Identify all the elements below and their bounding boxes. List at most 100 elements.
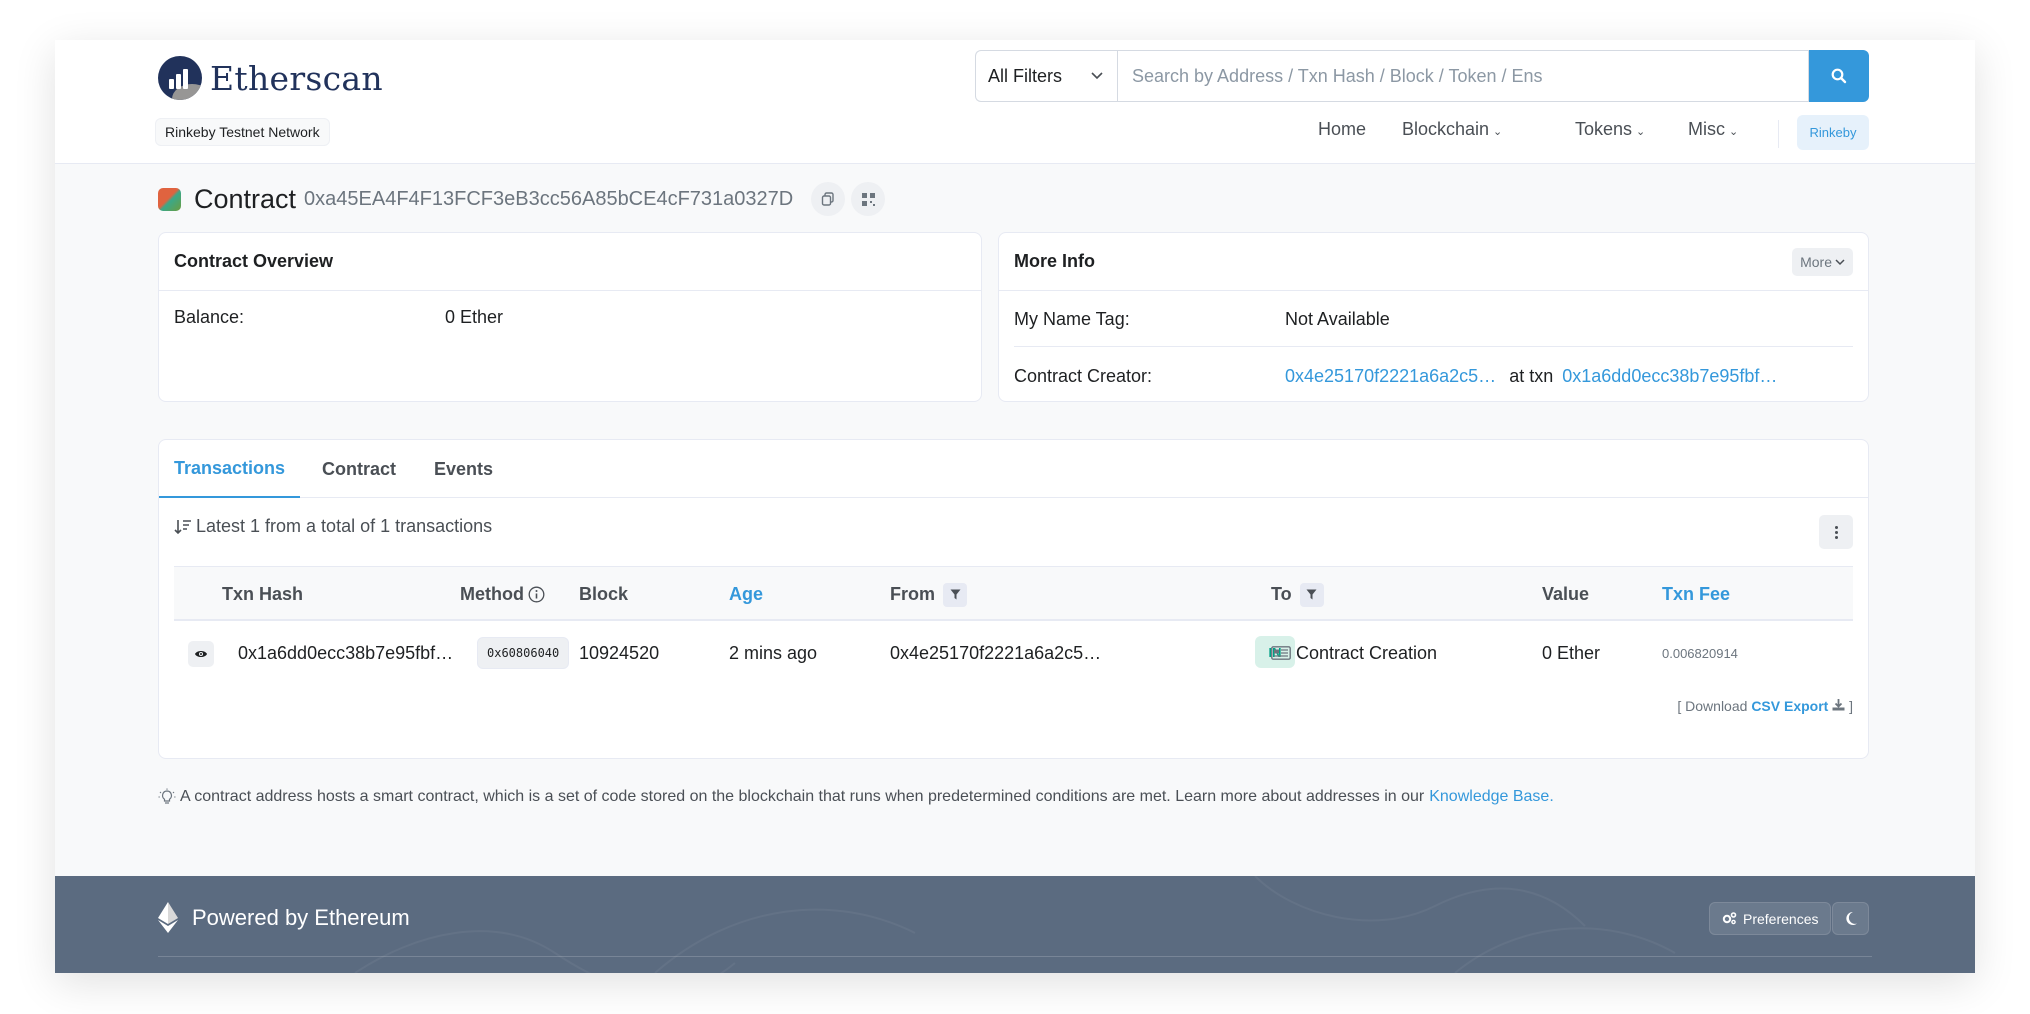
- nav-tokens[interactable]: Tokens ⌄: [1575, 119, 1645, 140]
- note-text: A contract address hosts a smart contrac…: [180, 788, 1425, 805]
- table-options-button[interactable]: [1819, 515, 1853, 549]
- tab-contract[interactable]: Contract: [322, 440, 396, 498]
- transactions-summary: Latest 1 from a total of 1 transactions: [174, 516, 492, 537]
- download-icon: [1832, 699, 1845, 711]
- value-cell: 0 Ether: [1542, 642, 1601, 663]
- view-txn-button[interactable]: [188, 641, 214, 667]
- footer-divider: [158, 956, 1872, 957]
- method-badge: 0x60806040: [477, 637, 570, 669]
- tab-transactions[interactable]: Transactions: [159, 440, 301, 498]
- ethereum-icon: [158, 902, 178, 933]
- nav-misc[interactable]: Misc ⌄: [1688, 119, 1738, 140]
- block-link[interactable]: 10924520: [579, 635, 659, 671]
- at-txn-label: at txn: [1509, 366, 1554, 386]
- balance-value: 0 Ether: [445, 307, 504, 327]
- logo-text: Etherscan: [210, 58, 383, 98]
- site-footer: Powered by Ethereum Preferences: [55, 876, 1975, 973]
- chevron-down-icon: [1835, 258, 1845, 265]
- dark-mode-button[interactable]: [1832, 902, 1869, 935]
- tab-bar: Transactions Contract Events: [159, 440, 1868, 498]
- chevron-down-icon: ⌄: [1729, 126, 1739, 138]
- to-value: Contract Creation: [1271, 635, 1437, 671]
- age-value: 2 mins ago: [729, 642, 818, 663]
- txn-hash-link[interactable]: 0x1a6dd0ecc38b7e95fbf…: [238, 635, 453, 671]
- csv-prefix: [ Download: [1677, 698, 1748, 714]
- chevron-down-icon: [1091, 72, 1103, 80]
- contract-icon: [158, 187, 181, 211]
- preferences-button[interactable]: Preferences: [1709, 902, 1832, 935]
- nav-divider: [1778, 120, 1779, 148]
- address-note: A contract address hosts a smart contrac…: [158, 788, 1554, 806]
- etherscan-logo-icon: [158, 56, 202, 100]
- qr-code-icon: [861, 192, 875, 206]
- sort-icon: [174, 519, 191, 534]
- etherscan-logo[interactable]: Etherscan: [158, 56, 383, 100]
- moon-icon: [1846, 911, 1857, 925]
- powered-text: Powered by Ethereum: [192, 904, 410, 930]
- contract-overview-heading: Contract Overview: [159, 233, 981, 291]
- page-frame: Etherscan Rinkeby Testnet Network All Fi…: [55, 40, 1975, 973]
- more-dropdown-button[interactable]: More: [1792, 248, 1853, 276]
- search-filter-select[interactable]: All Filters: [975, 50, 1117, 102]
- kebab-icon: [1834, 525, 1838, 529]
- search-input[interactable]: Search by Address / Txn Hash / Block / T…: [1117, 50, 1809, 102]
- col-method-label: Method: [460, 584, 524, 604]
- creator-address-link[interactable]: 0x4e25170f2221a6a2c5…: [1285, 366, 1496, 386]
- col-age[interactable]: Age: [729, 567, 763, 622]
- from-address-link[interactable]: 0x4e25170f2221a6a2c5…: [890, 635, 1101, 671]
- col-from: From: [890, 567, 967, 622]
- creator-txn-link[interactable]: 0x1a6dd0ecc38b7e95fbf…: [1562, 366, 1777, 386]
- csv-export: [ Download CSV Export ]: [1677, 698, 1853, 714]
- page-title-label: Contract: [194, 183, 297, 214]
- table-header: Txn Hash Method Block Age From To Value …: [174, 566, 1853, 621]
- more-info-card: More Info More My Name Tag: Not Availabl…: [998, 232, 1869, 402]
- search-icon: [1831, 68, 1847, 84]
- nav-misc-label: Misc: [1688, 119, 1725, 139]
- eye-icon: [195, 651, 207, 657]
- info-divider: [1014, 346, 1853, 347]
- txn-fee-cell: 0.006820914: [1662, 645, 1738, 661]
- network-badge: Rinkeby Testnet Network: [155, 118, 330, 146]
- csv-export-link[interactable]: CSV Export: [1751, 698, 1828, 714]
- contract-icon: [1271, 646, 1291, 660]
- filter-icon: [1306, 589, 1317, 600]
- contract-creator-label: Contract Creator:: [1014, 366, 1153, 386]
- search-bar: All Filters Search by Address / Txn Hash…: [975, 50, 1869, 102]
- col-method: Method: [460, 567, 545, 622]
- nav-blockchain[interactable]: Blockchain ⌄: [1402, 119, 1502, 140]
- nav-tokens-label: Tokens: [1575, 119, 1633, 139]
- chevron-down-icon: ⌄: [1636, 126, 1646, 138]
- copy-address-button[interactable]: [811, 182, 846, 216]
- lightbulb-icon: [158, 788, 176, 804]
- more-info-heading: More Info: [999, 233, 1868, 291]
- preferences-label: Preferences: [1743, 910, 1819, 927]
- to-filter-button[interactable]: [1299, 582, 1324, 607]
- search-filter-label: All Filters: [988, 65, 1063, 86]
- qr-code-button[interactable]: [851, 182, 886, 216]
- tab-events[interactable]: Events: [434, 440, 493, 498]
- name-tag-value: Not Available: [1285, 309, 1390, 329]
- col-block: Block: [579, 584, 629, 604]
- contract-address: 0xa45EA4F4F13FCF3eB3cc56A85bCE4cF731a032…: [304, 187, 794, 210]
- to-label: Contract Creation: [1296, 642, 1438, 663]
- nav-home[interactable]: Home: [1318, 119, 1366, 140]
- knowledge-base-link[interactable]: Knowledge Base.: [1429, 788, 1554, 806]
- chevron-down-icon: ⌄: [1493, 126, 1503, 138]
- info-icon[interactable]: [528, 586, 545, 603]
- network-switch-button[interactable]: Rinkeby: [1797, 115, 1869, 150]
- balance-label: Balance:: [174, 307, 245, 327]
- contract-creator-value: 0x4e25170f2221a6a2c5… at txn 0x1a6dd0ecc…: [1285, 366, 1777, 387]
- col-to-label: To: [1271, 584, 1292, 604]
- from-filter-button[interactable]: [943, 582, 967, 607]
- col-to: To: [1271, 567, 1324, 622]
- transactions-card: Transactions Contract Events Latest 1 fr…: [158, 439, 1869, 759]
- col-value: Value: [1542, 584, 1590, 604]
- name-tag-label: My Name Tag:: [1014, 309, 1130, 329]
- col-txn-fee[interactable]: Txn Fee: [1662, 567, 1730, 622]
- powered-by-ethereum: Powered by Ethereum: [158, 902, 410, 933]
- more-info-title: More Info: [1014, 251, 1095, 271]
- col-from-label: From: [890, 584, 935, 604]
- search-button[interactable]: [1809, 50, 1869, 102]
- page-title: Contract 0xa45EA4F4F13FCF3eB3cc56A85bCE4…: [158, 182, 886, 216]
- gears-icon: [1722, 912, 1737, 925]
